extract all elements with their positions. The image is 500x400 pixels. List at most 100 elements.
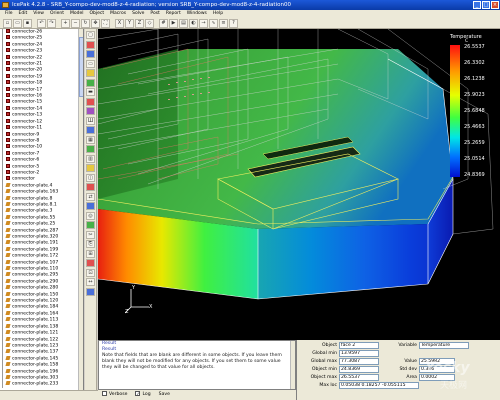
menu-orient[interactable]: Orient	[47, 10, 67, 18]
tree-item-label: connector-plate.172	[12, 253, 59, 259]
heat-sink-icon[interactable]: Ш	[86, 116, 95, 125]
iso-view-icon[interactable]: ◇	[145, 18, 154, 28]
rotate-icon[interactable]: ↻	[81, 18, 90, 28]
grille-icon[interactable]	[86, 69, 95, 77]
object-label: Object	[322, 343, 337, 348]
view-x-icon[interactable]: X	[115, 18, 124, 28]
redo-icon[interactable]: ↷	[47, 18, 56, 28]
view-y-icon[interactable]: Y	[125, 18, 134, 28]
source-icon[interactable]	[86, 78, 95, 87]
tree-item-label: connector-plate.196	[12, 369, 59, 375]
maximize-button[interactable]: □	[482, 1, 490, 9]
tree-item[interactable]: connector-plate.233	[0, 381, 83, 389]
vector-icon[interactable]: →	[199, 18, 208, 28]
vent-icon[interactable]	[86, 164, 95, 172]
tree-item-label: connector-plate.184	[12, 304, 59, 310]
tree-item-label: connector-10	[12, 144, 43, 150]
object-min-field: 24.8369	[339, 366, 379, 373]
snap-icon[interactable]	[86, 287, 95, 296]
save-label[interactable]: Save	[159, 392, 170, 397]
menu-model[interactable]: Model	[67, 10, 87, 18]
fit-view-icon[interactable]: ⛶	[101, 18, 110, 28]
contour-icon[interactable]: ◐	[189, 18, 198, 28]
duct-icon[interactable]: ◫	[86, 173, 95, 182]
verbose-checkbox[interactable]	[102, 391, 107, 396]
wall-icon[interactable]	[86, 97, 95, 106]
pan-icon[interactable]: ✥	[91, 18, 100, 28]
tree-scroll-thumb[interactable]	[79, 37, 83, 97]
heat-exchanger-icon[interactable]	[86, 183, 95, 191]
new-file-icon[interactable]: ▫	[3, 18, 12, 28]
menu-macros[interactable]: Macros	[107, 10, 129, 18]
align-icon[interactable]: ⊞	[86, 249, 95, 258]
package-icon[interactable]	[86, 126, 95, 134]
menu-report[interactable]: Report	[163, 10, 184, 18]
object-field[interactable]: face 2	[339, 342, 379, 349]
message-footer: Verbose Log Save	[98, 390, 296, 400]
plate-icon[interactable]: ▬	[86, 88, 95, 96]
open-folder-icon[interactable]: ▭	[13, 18, 22, 28]
cabinet-icon[interactable]: ▢	[86, 31, 95, 39]
log-option[interactable]: Log	[135, 390, 151, 400]
global-max-field: 77.3087	[339, 358, 379, 365]
rack-icon[interactable]: ▥	[86, 154, 95, 163]
menu-edit[interactable]: Edit	[16, 10, 31, 18]
plane-cut-icon[interactable]: ▤	[179, 18, 188, 28]
menu-help[interactable]: Help	[210, 10, 226, 18]
report-icon[interactable]: ≡	[219, 18, 228, 28]
network-icon[interactable]: ◎	[86, 211, 95, 220]
undo-icon[interactable]: ↶	[37, 18, 46, 28]
plate-object-icon	[5, 368, 11, 373]
tree-item-label: connector-25	[12, 35, 43, 41]
measure-icon[interactable]: ↔	[86, 278, 95, 286]
3d-viewport[interactable]	[98, 29, 500, 340]
group-icon[interactable]: ⊡	[86, 268, 95, 277]
help-icon[interactable]: ?	[229, 18, 238, 28]
view-z-icon[interactable]: Z	[135, 18, 144, 28]
menu-post[interactable]: Post	[147, 10, 162, 18]
material-icon[interactable]	[86, 221, 95, 229]
resistance-icon[interactable]	[86, 107, 95, 115]
message-scrollbar[interactable]	[290, 341, 295, 389]
minimize-button[interactable]: _	[473, 1, 481, 9]
opening-icon[interactable]: ▭	[86, 59, 95, 68]
cut-icon[interactable]: ✂	[86, 230, 95, 239]
log-checkbox[interactable]	[135, 391, 141, 396]
block-icon[interactable]	[86, 40, 95, 49]
mesh-icon[interactable]: #	[159, 18, 168, 28]
verbose-option[interactable]: Verbose	[102, 390, 127, 400]
menu-file[interactable]: File	[2, 10, 16, 18]
block-object-icon	[6, 73, 10, 78]
periodic-icon[interactable]: ⇄	[86, 192, 95, 201]
save-icon[interactable]: ▪	[23, 18, 32, 28]
variable-field[interactable]: Temperature	[419, 342, 469, 349]
copy-icon[interactable]: ⎘	[86, 240, 95, 248]
tree-item-label: connector-plate.3	[12, 208, 53, 214]
enclosure-icon[interactable]	[86, 145, 95, 153]
menu-object[interactable]: Object	[86, 10, 107, 18]
object-max-field: 26.5537	[339, 374, 379, 381]
legend-value: 25.4663	[464, 124, 485, 130]
particle-icon[interactable]: ∿	[209, 18, 218, 28]
pcb-icon[interactable]: ▦	[86, 135, 95, 144]
block-object-icon	[6, 169, 10, 174]
delete-icon[interactable]	[86, 259, 95, 267]
zoom-in-icon[interactable]: +	[61, 18, 70, 28]
legend-value: 26.5537	[464, 44, 485, 50]
plate-object-icon	[5, 342, 11, 347]
menu-solve[interactable]: Solve	[129, 10, 147, 18]
fan-icon[interactable]	[86, 50, 95, 58]
block-object-icon	[6, 99, 10, 104]
plate-object-icon	[5, 310, 11, 315]
block-object-icon	[6, 163, 10, 168]
zoom-out-icon[interactable]: −	[71, 18, 80, 28]
assembly-icon[interactable]	[86, 202, 95, 210]
menu-view[interactable]: View	[30, 10, 47, 18]
solve-icon[interactable]: ▶	[169, 18, 178, 28]
close-button[interactable]: ×	[491, 1, 499, 9]
save-option[interactable]: Save	[159, 390, 170, 400]
plate-object-icon	[5, 349, 11, 354]
menu-windows[interactable]: Windows	[184, 10, 210, 18]
tree-item-label: connector-plate.110	[12, 266, 59, 272]
tree-scrollbar[interactable]	[78, 29, 83, 390]
